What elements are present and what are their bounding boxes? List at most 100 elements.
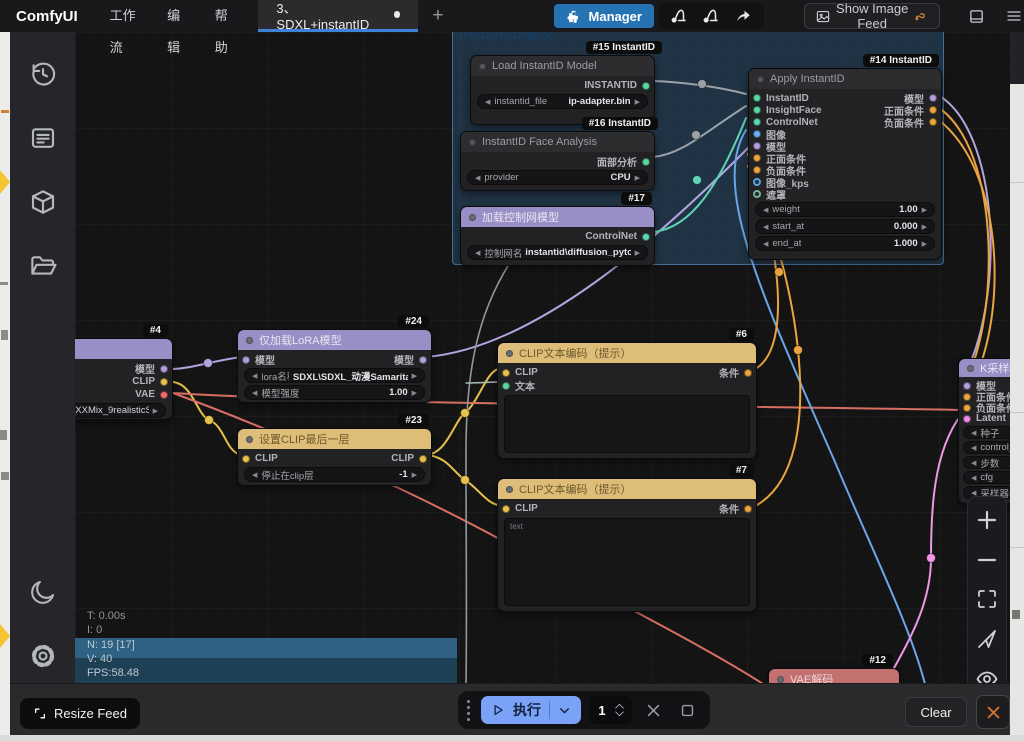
seed-widget[interactable]: ◀种子 xyxy=(963,426,1010,439)
collapse-dot-icon[interactable] xyxy=(757,76,764,83)
image-slot-dot[interactable] xyxy=(753,130,761,138)
node-header[interactable]: Apply InstantID xyxy=(749,69,941,89)
weight-widget[interactable]: ◀weight1.00▶ xyxy=(755,202,935,217)
node-clip-text-encode-negative[interactable]: #7 CLIP文本编码（提示） CLIP 条件 text xyxy=(497,478,757,612)
node-load-controlnet[interactable]: #17 加载控制网模型 ControlNet ◀控制网名称instantid\d… xyxy=(460,206,655,266)
text-slot-dot[interactable] xyxy=(502,382,510,390)
next-arrow-icon[interactable]: ▶ xyxy=(412,372,417,380)
next-arrow-icon[interactable]: ▶ xyxy=(922,240,927,248)
start-at-widget[interactable]: ◀start_at0.000▶ xyxy=(755,219,935,234)
model-slot-dot[interactable] xyxy=(160,365,168,373)
node-header[interactable]: Load InstantID Model xyxy=(471,56,654,76)
select-cursor-icon[interactable] xyxy=(975,627,999,656)
drag-handle-icon[interactable] xyxy=(464,700,473,721)
collapse-dot-icon[interactable] xyxy=(469,139,476,146)
node-clip-set-last-layer[interactable]: #23 设置CLIP最后一层 CLIP CLIP ◀停止在clip层-1▶ xyxy=(237,428,432,486)
prev-arrow-icon[interactable]: ◀ xyxy=(763,240,768,248)
mask-slot-dot[interactable] xyxy=(753,190,761,198)
steps-widget[interactable]: ◀步数 xyxy=(963,456,1010,469)
chevron-down-icon[interactable] xyxy=(558,704,571,717)
conditioning-slot-dot[interactable] xyxy=(744,369,752,377)
model-slot-dot[interactable] xyxy=(753,142,761,150)
manager-button[interactable]: Manager xyxy=(554,4,654,28)
clip-slot-dot[interactable] xyxy=(502,369,510,377)
collapse-dot-icon[interactable] xyxy=(479,63,486,70)
node-load-instantid-model[interactable]: #15 InstantID Load InstantID Model INSTA… xyxy=(470,55,655,125)
prev-arrow-icon[interactable]: ◀ xyxy=(971,474,976,482)
node-header[interactable]: 设置CLIP最后一层 xyxy=(238,429,431,449)
model-library-icon[interactable] xyxy=(27,186,59,218)
vacuum-icon-1[interactable] xyxy=(666,5,692,27)
menu-workflow[interactable]: 工作流 xyxy=(96,0,153,32)
collapse-dot-icon[interactable] xyxy=(469,214,476,221)
zoom-in-icon[interactable] xyxy=(975,508,999,537)
conditioning-slot-dot[interactable] xyxy=(753,166,761,174)
latent-slot-dot[interactable] xyxy=(963,415,971,423)
controlnet-slot-dot[interactable] xyxy=(753,118,761,126)
node-header[interactable]: CLIP文本编码（提示） xyxy=(498,343,756,363)
collapse-dot-icon[interactable] xyxy=(506,350,513,357)
node-graph-canvas[interactable]: InstantID模块 xyxy=(75,32,1010,735)
clip-slot-dot[interactable] xyxy=(502,505,510,513)
prev-arrow-icon[interactable]: ◀ xyxy=(971,444,976,452)
node-header[interactable]: 加载控制网模型 xyxy=(461,207,654,227)
model-slot-dot[interactable] xyxy=(419,356,427,364)
provider-widget[interactable]: ◀providerCPU▶ xyxy=(467,170,648,185)
node-apply-instantid[interactable]: #14 InstantID Apply InstantID InstantID … xyxy=(748,68,942,260)
clip-slot-dot[interactable] xyxy=(242,455,250,463)
collapse-dot-icon[interactable] xyxy=(777,676,784,683)
prev-arrow-icon[interactable]: ◀ xyxy=(475,174,480,182)
hamburger-menu-icon[interactable] xyxy=(1004,5,1024,27)
prev-arrow-icon[interactable]: ◀ xyxy=(763,206,768,214)
node-lora-loader[interactable]: #24 仅加载LoRA模型 模型 模型 ◀lora名称SDXL\SDXL_动漫S… xyxy=(237,329,432,403)
node-header[interactable]: InstantID Face Analysis xyxy=(461,132,654,152)
run-button[interactable]: 执行 xyxy=(481,696,581,724)
instantid-file-widget[interactable]: ◀instantid_fileip-adapter.bin▶ xyxy=(477,94,648,109)
control-after-generate-widget[interactable]: ◀control_af xyxy=(963,441,1010,454)
prompt-textarea[interactable] xyxy=(504,395,750,453)
stop-button[interactable] xyxy=(674,696,700,724)
next-arrow-icon[interactable]: ▶ xyxy=(922,223,927,231)
node-header[interactable]: K采样器 xyxy=(959,359,1010,377)
close-feed-button[interactable] xyxy=(976,695,1010,729)
cfg-widget[interactable]: ◀cfg xyxy=(963,471,1010,484)
node-header[interactable]: 仅加载LoRA模型 xyxy=(238,330,431,350)
caret-down-icon[interactable] xyxy=(614,711,625,717)
workflow-tab[interactable]: 3、SDXL+instantID xyxy=(258,0,418,32)
fit-view-icon[interactable] xyxy=(975,587,999,616)
cancel-queue-button[interactable] xyxy=(640,696,666,724)
node-header[interactable] xyxy=(75,339,172,359)
insightface-slot-dot[interactable] xyxy=(753,106,761,114)
stepper-arrows[interactable] xyxy=(614,703,625,717)
node-instantid-face-analysis[interactable]: #16 InstantID InstantID Face Analysis 面部… xyxy=(460,131,655,191)
model-slot-dot[interactable] xyxy=(242,356,250,364)
next-arrow-icon[interactable]: ▶ xyxy=(412,471,417,479)
model-slot-dot[interactable] xyxy=(929,94,937,102)
clip-slot-dot[interactable] xyxy=(160,378,168,386)
clip-slot-dot[interactable] xyxy=(419,455,427,463)
node-library-icon[interactable] xyxy=(27,122,59,154)
conditioning-slot-dot[interactable] xyxy=(963,404,971,412)
prev-arrow-icon[interactable]: ◀ xyxy=(971,429,976,437)
history-icon[interactable] xyxy=(27,58,59,90)
lora-strength-widget[interactable]: ◀模型强度1.00▶ xyxy=(244,385,425,400)
prev-arrow-icon[interactable]: ◀ xyxy=(252,471,257,479)
stop-at-clip-layer-widget[interactable]: ◀停止在clip层-1▶ xyxy=(244,467,425,482)
share-arrow-icon[interactable] xyxy=(730,5,756,27)
node-clip-text-encode-positive[interactable]: #6 CLIP文本编码（提示） CLIP 条件 文本 xyxy=(497,342,757,459)
menu-edit[interactable]: 编辑 xyxy=(153,0,201,32)
vae-slot-dot[interactable] xyxy=(160,391,168,399)
prev-arrow-icon[interactable]: ◀ xyxy=(763,223,768,231)
theme-moon-icon[interactable] xyxy=(27,576,59,608)
menu-help[interactable]: 帮助 xyxy=(201,0,249,32)
prev-arrow-icon[interactable]: ◀ xyxy=(252,372,257,380)
node-checkpoint-loader[interactable]: #4 模型 CLIP VAE _XXMix_9realisticS...▶ xyxy=(75,338,173,420)
show-image-feed-button[interactable]: Show Image Feed xyxy=(804,3,940,29)
next-arrow-icon[interactable]: ▶ xyxy=(635,249,640,257)
controlnet-slot-dot[interactable] xyxy=(642,233,650,241)
instantid-slot-dot[interactable] xyxy=(753,94,761,102)
image-kps-slot-dot[interactable] xyxy=(753,178,761,186)
panel-toggle-icon[interactable] xyxy=(966,5,986,27)
node-ksampler[interactable]: K采样器 模型 正面条件 负面条件 Latent ◀种子 ◀control_af… xyxy=(958,358,1010,504)
next-arrow-icon[interactable]: ▶ xyxy=(635,174,640,182)
